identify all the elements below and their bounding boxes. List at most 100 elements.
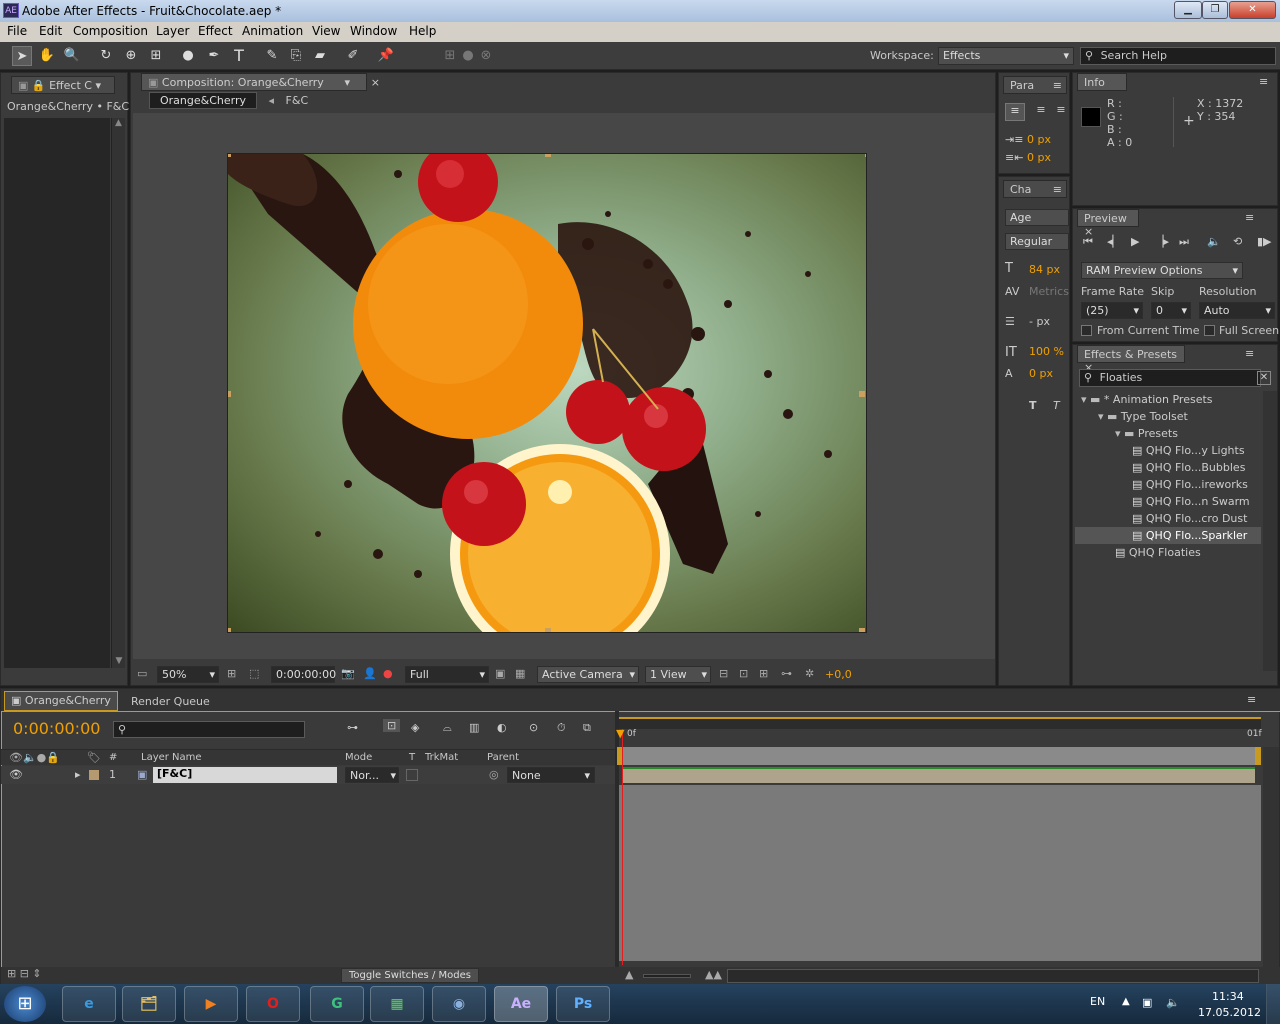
panel-menu-icon[interactable]: ≡ [1247, 693, 1256, 706]
from-current-time-checkbox[interactable] [1081, 325, 1092, 336]
zoom-tool-icon[interactable]: 🔍 [62, 46, 82, 66]
selection-tool-icon[interactable]: ➤ [12, 46, 32, 66]
puppet-pin-tool-icon[interactable]: 📌 [376, 46, 396, 66]
panel-menu-icon[interactable]: ≡ [1053, 183, 1062, 196]
layer-name-field[interactable]: [F&C] [153, 767, 337, 783]
eraser-tool-icon[interactable]: ▰ [310, 46, 330, 66]
timeline-icon[interactable]: ⊞ [759, 667, 768, 680]
panel-menu-icon[interactable]: ≡ [1259, 75, 1268, 88]
menu-composition[interactable]: Composition [73, 24, 148, 38]
show-snapshot-icon[interactable]: 👤 [363, 667, 377, 680]
timeline-right-scroll[interactable] [1263, 747, 1279, 967]
search-help-input[interactable]: ⚲ Search Help [1080, 47, 1276, 65]
breadcrumb-fc[interactable]: F&C [286, 94, 309, 107]
kerning-value[interactable]: Metrics [1029, 285, 1069, 298]
axis-view-icon[interactable]: ⊗ [476, 46, 496, 66]
first-frame-icon[interactable]: ⏮ [1083, 235, 1093, 249]
tab-character[interactable]: Cha ≡ [1003, 180, 1067, 198]
brush-tool-icon[interactable]: ✎ [262, 46, 282, 66]
close-icon[interactable]: × [371, 76, 380, 89]
skip-dropdown[interactable]: 0 ▾ [1151, 302, 1191, 319]
taskbar-media-icon[interactable]: ▶ [184, 986, 238, 1022]
zoom-dropdown[interactable]: 50% ▾ [157, 666, 219, 683]
stroke-width-value[interactable]: - px [1029, 315, 1050, 328]
region-of-interest-icon[interactable]: ▣ [495, 667, 505, 680]
layer-search-input[interactable]: ⚲ [113, 721, 305, 738]
preset-tree-item[interactable]: ▤ QHQ Flo...n Swarm [1075, 493, 1261, 510]
font-style-dropdown[interactable]: Regular [1005, 233, 1069, 250]
resolution-dropdown[interactable]: Full ▾ [405, 666, 489, 683]
faux-bold-icon[interactable]: T [1029, 399, 1037, 412]
current-time-field[interactable]: 0:00:00:00 [271, 666, 336, 683]
exposure-icon[interactable]: ✲ [805, 667, 814, 680]
frame-rate-dropdown[interactable]: (25) ▾ [1081, 302, 1143, 319]
frame-blending-icon[interactable]: ⌓ [443, 721, 452, 735]
pickwhip-icon[interactable]: ◎ [489, 768, 499, 781]
show-desktop-button[interactable] [1266, 984, 1280, 1024]
layer-handle-tm[interactable] [545, 154, 551, 157]
layer-handle-bl[interactable] [228, 628, 231, 632]
tab-render-queue[interactable]: Render Queue [131, 695, 210, 708]
layer-handle-mr[interactable] [859, 391, 865, 397]
clock-time[interactable]: 11:34 [1212, 990, 1244, 1003]
camera-tool-icon[interactable]: ⊕ [121, 46, 141, 66]
align-right-icon[interactable]: ≡ [1053, 103, 1069, 121]
menu-help[interactable]: Help [409, 24, 436, 38]
toggle-pixel-aspect-icon[interactable]: ⊟ [719, 667, 728, 680]
next-frame-icon[interactable]: ▕▸ [1155, 235, 1169, 248]
panel-menu-icon[interactable]: ≡ [1053, 79, 1062, 92]
menu-view[interactable]: View [312, 24, 340, 38]
snapshot-icon[interactable]: 📷 [341, 667, 355, 680]
last-frame-icon[interactable]: ⏭ [1179, 235, 1189, 249]
tab-effects-presets[interactable]: Effects & Presets × [1077, 345, 1185, 374]
composition-viewer[interactable] [133, 113, 995, 659]
current-time-indicator[interactable] [622, 729, 623, 965]
scroll-up-icon[interactable]: ▲ [112, 118, 125, 128]
taskbar-photoshop-icon[interactable]: Ps [556, 986, 610, 1022]
flowchart-icon[interactable]: ⊶ [781, 667, 792, 680]
layer-handle-tr[interactable] [865, 154, 866, 157]
breadcrumb-orange-cherry[interactable]: Orange&Cherry [149, 92, 258, 109]
indent-after-value[interactable]: 0 px [1027, 151, 1051, 164]
work-area-end[interactable] [1255, 747, 1261, 765]
clone-stamp-tool-icon[interactable]: ⎘ [286, 46, 306, 66]
align-center-icon[interactable]: ≡ [1031, 103, 1051, 121]
menu-layer[interactable]: Layer [156, 24, 189, 38]
layer-row[interactable]: 👁 ▸ 1 ▣ [F&C] Nor... ▾ ◎ None ▾ [1, 766, 615, 784]
faux-italic-icon[interactable]: T [1053, 399, 1060, 412]
font-size-value[interactable]: 84 px [1029, 263, 1060, 276]
ram-preview-icon[interactable]: ▮▶ [1257, 235, 1272, 248]
font-family-dropdown[interactable]: Age [1005, 209, 1069, 226]
layer-parent-dropdown[interactable]: None ▾ [507, 767, 595, 783]
draft-3d-icon[interactable]: ⊡ [383, 719, 401, 732]
hand-tool-icon[interactable]: ✋ [37, 46, 57, 66]
layer-handle-tl[interactable] [228, 154, 231, 157]
motion-blur-icon[interactable]: ▥ [469, 721, 479, 734]
language-indicator[interactable]: EN [1090, 995, 1105, 1008]
auto-keyframe-icon[interactable]: ⊙ [529, 721, 538, 734]
preserve-transparency-checkbox[interactable] [406, 769, 418, 781]
ellipse-tool-icon[interactable]: ● [178, 46, 198, 66]
panel-menu-icon[interactable]: ≡ [1245, 211, 1254, 224]
always-preview-icon[interactable]: ▭ [137, 667, 147, 680]
workspace-dropdown[interactable]: Effects ▾ [938, 47, 1074, 65]
preset-tree-item[interactable]: ▤ QHQ Flo...cro Dust [1075, 510, 1261, 527]
layer-switches-icon[interactable]: ⊞ ⊟ ⇕ [7, 967, 42, 980]
panel-menu-icon[interactable]: ≡ [1245, 347, 1254, 360]
preset-tree-item[interactable]: ▾ ▬ * Animation Presets [1075, 391, 1261, 408]
menu-window[interactable]: Window [350, 24, 397, 38]
preset-tree-item[interactable]: ▾ ▬ Type Toolset [1075, 408, 1261, 425]
preview-resolution-dropdown[interactable]: Auto ▾ [1199, 302, 1275, 319]
play-icon[interactable]: ▶ [1131, 235, 1139, 248]
preset-tree-item[interactable]: ▾ ▬ Presets [1075, 425, 1261, 442]
loop-icon[interactable]: ⟲ [1233, 235, 1242, 248]
layer-label-color[interactable] [89, 770, 99, 780]
preset-tree-item[interactable]: ▤ QHQ Flo...ireworks [1075, 476, 1261, 493]
menu-animation[interactable]: Animation [242, 24, 303, 38]
maximize-button[interactable]: ❐ [1202, 1, 1228, 19]
preset-tree-item[interactable]: ▤ QHQ Flo...Bubbles [1075, 459, 1261, 476]
audio-icon[interactable]: 🔈 [1207, 235, 1221, 248]
zoom-in-icon[interactable]: ▲▲ [705, 968, 722, 981]
scrollbar[interactable]: ▲ ▼ [111, 118, 125, 668]
minimize-button[interactable]: ▁ [1174, 1, 1202, 19]
